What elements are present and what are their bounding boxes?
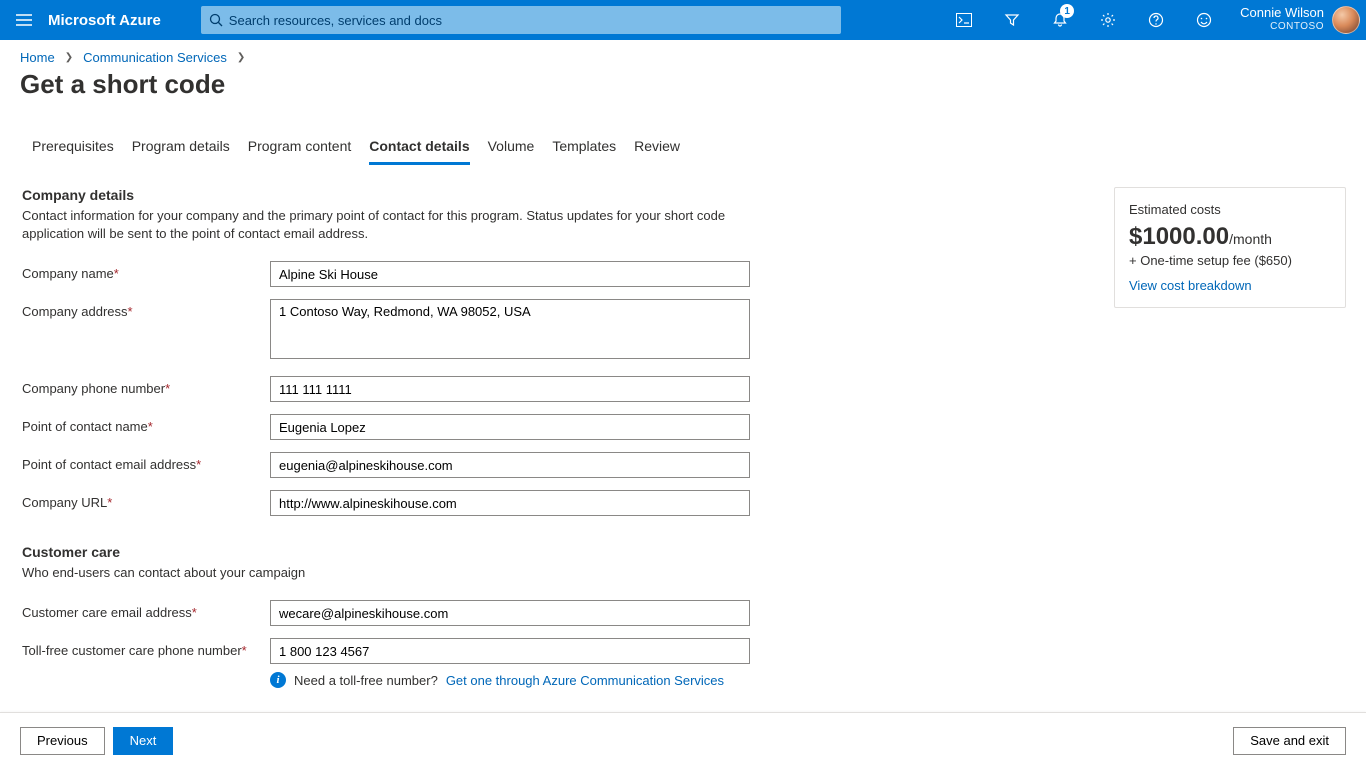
cost-title: Estimated costs xyxy=(1129,202,1331,217)
feedback-button[interactable] xyxy=(1180,0,1228,40)
help-button[interactable] xyxy=(1132,0,1180,40)
next-button[interactable]: Next xyxy=(113,727,174,755)
company-name-label: Company name xyxy=(22,266,114,281)
care-phone-input[interactable] xyxy=(270,638,750,664)
toll-free-info-text: Need a toll-free number? xyxy=(294,673,438,688)
care-email-label: Customer care email address xyxy=(22,605,192,620)
cost-breakdown-link[interactable]: View cost breakdown xyxy=(1129,278,1252,293)
notifications-button[interactable]: 1 xyxy=(1036,0,1084,40)
directory-filter-button[interactable] xyxy=(988,0,1036,40)
form-area: Company details Contact information for … xyxy=(20,187,1094,768)
cloud-shell-button[interactable] xyxy=(940,0,988,40)
chevron-right-icon: ❯ xyxy=(237,52,245,63)
company-url-label: Company URL xyxy=(22,495,107,510)
notification-badge: 1 xyxy=(1060,4,1074,18)
user-name: Connie Wilson xyxy=(1240,6,1324,20)
hamburger-icon xyxy=(16,14,32,26)
settings-button[interactable] xyxy=(1084,0,1132,40)
save-exit-button[interactable]: Save and exit xyxy=(1233,727,1346,755)
top-header: Microsoft Azure 1 Connie Wilson xyxy=(0,0,1366,40)
search-input[interactable] xyxy=(223,13,833,28)
filter-icon xyxy=(1004,12,1020,28)
previous-button[interactable]: Previous xyxy=(20,727,105,755)
company-details-desc: Contact information for your company and… xyxy=(22,207,742,243)
feedback-icon xyxy=(1196,12,1212,28)
company-phone-label: Company phone number xyxy=(22,381,165,396)
tab-program-details[interactable]: Program details xyxy=(132,134,230,165)
breadcrumb-home[interactable]: Home xyxy=(20,50,55,65)
cost-card: Estimated costs $1000.00/month + One-tim… xyxy=(1114,187,1346,308)
footer-bar: Previous Next Save and exit xyxy=(0,712,1366,768)
header-icons: 1 Connie Wilson CONTOSO xyxy=(940,0,1366,40)
company-address-label: Company address xyxy=(22,304,128,319)
tab-contact-details[interactable]: Contact details xyxy=(369,134,469,165)
poc-name-label: Point of contact name xyxy=(22,419,148,434)
toll-free-link[interactable]: Get one through Azure Communication Serv… xyxy=(446,673,724,688)
company-details-heading: Company details xyxy=(22,187,1094,203)
company-address-input[interactable] xyxy=(270,299,750,359)
company-phone-input[interactable] xyxy=(270,376,750,402)
user-menu[interactable]: Connie Wilson CONTOSO xyxy=(1228,6,1366,34)
avatar xyxy=(1332,6,1360,34)
tab-volume[interactable]: Volume xyxy=(488,134,535,165)
cost-amount: $1000.00 xyxy=(1129,223,1229,250)
tab-program-content[interactable]: Program content xyxy=(248,134,352,165)
info-icon: i xyxy=(270,672,286,688)
care-phone-label: Toll-free customer care phone number xyxy=(22,643,242,658)
gear-icon xyxy=(1100,12,1116,28)
help-icon xyxy=(1148,12,1164,28)
menu-toggle[interactable] xyxy=(0,0,48,40)
poc-name-input[interactable] xyxy=(270,414,750,440)
search-icon xyxy=(209,13,223,27)
company-name-input[interactable] xyxy=(270,261,750,287)
chevron-right-icon: ❯ xyxy=(65,52,73,63)
tab-review[interactable]: Review xyxy=(634,134,680,165)
user-org: CONTOSO xyxy=(1240,20,1324,34)
breadcrumb: Home ❯ Communication Services ❯ xyxy=(0,40,1366,65)
page-title: Get a short code xyxy=(0,65,1366,100)
tab-templates[interactable]: Templates xyxy=(552,134,616,165)
global-search[interactable] xyxy=(201,6,841,34)
company-url-input[interactable] xyxy=(270,490,750,516)
customer-care-heading: Customer care xyxy=(22,544,1094,560)
tabs: Prerequisites Program details Program co… xyxy=(0,100,1366,165)
brand-label: Microsoft Azure xyxy=(48,12,201,29)
cost-fee: + One-time setup fee ($650) xyxy=(1129,253,1331,268)
tab-prerequisites[interactable]: Prerequisites xyxy=(32,134,114,165)
breadcrumb-cs[interactable]: Communication Services xyxy=(83,50,227,65)
poc-email-label: Point of contact email address xyxy=(22,457,196,472)
poc-email-input[interactable] xyxy=(270,452,750,478)
cost-period: /month xyxy=(1229,231,1272,247)
care-email-input[interactable] xyxy=(270,600,750,626)
customer-care-desc: Who end-users can contact about your cam… xyxy=(22,564,742,582)
cloud-shell-icon xyxy=(956,13,972,27)
